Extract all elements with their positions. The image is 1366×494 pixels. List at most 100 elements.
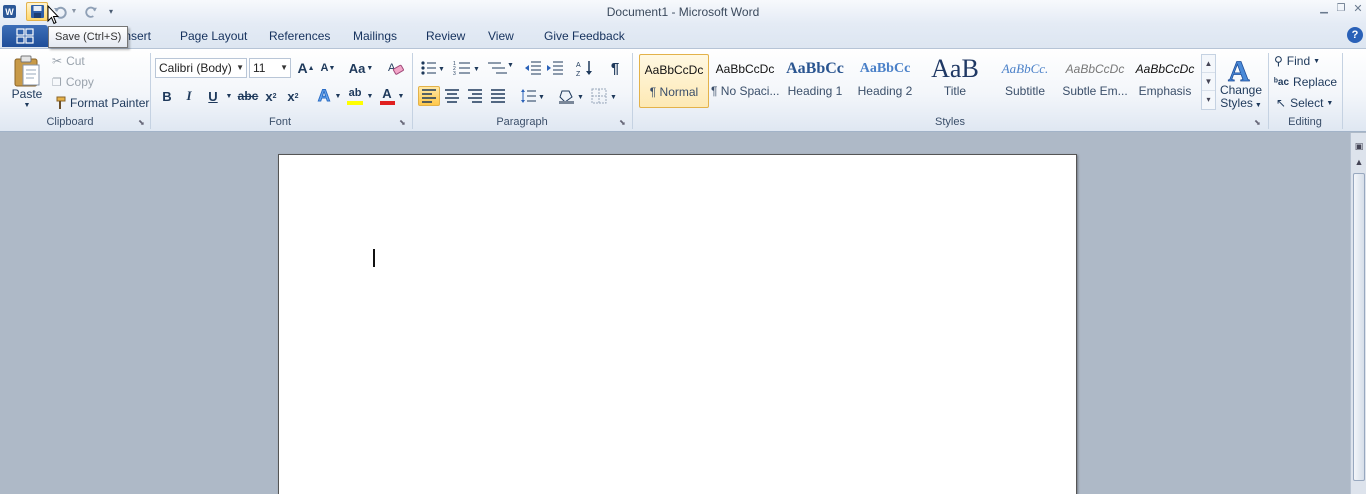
paragraph-launcher-icon[interactable]: ⬊ bbox=[619, 118, 628, 127]
borders-button[interactable]: ▼ bbox=[590, 86, 618, 106]
svg-text:A: A bbox=[1228, 55, 1250, 84]
text-effects-button[interactable]: A bbox=[314, 86, 334, 106]
bullets-icon: ▼ bbox=[421, 61, 444, 75]
tab-page-layout[interactable]: Page Layout bbox=[180, 29, 247, 43]
style-subtle-emphasis[interactable]: AaBbCcDc Subtle Em... bbox=[1060, 54, 1130, 108]
underline-button[interactable]: U bbox=[204, 86, 222, 106]
style-no-spacing[interactable]: AaBbCcDc ¶ No Spaci... bbox=[710, 54, 780, 108]
scroll-up-icon[interactable]: ▲ bbox=[1352, 155, 1366, 169]
style-emphasis[interactable]: AaBbCcDc Emphasis bbox=[1130, 54, 1200, 108]
tab-view[interactable]: View bbox=[488, 29, 514, 43]
style-sample: AaBbCc bbox=[859, 61, 911, 76]
chevron-down-icon: ▼ bbox=[236, 63, 244, 72]
close-icon[interactable]: ✕ bbox=[1350, 3, 1366, 17]
style-heading-2[interactable]: AaBbCc Heading 2 bbox=[850, 54, 920, 108]
highlight-label: ab bbox=[348, 86, 362, 99]
copy-button[interactable]: ❐ Copy bbox=[52, 74, 94, 90]
style-sample: AaBbCcDc bbox=[715, 62, 775, 76]
text-effects-dropdown-icon[interactable]: ▼ bbox=[334, 86, 342, 106]
style-heading-1[interactable]: AaBbCc Heading 1 bbox=[780, 54, 850, 108]
font-family-value: Calibri (Body) bbox=[159, 61, 232, 75]
ruler-toggle-icon[interactable]: ▣ bbox=[1352, 139, 1366, 153]
replace-button[interactable]: ᵇac Replace bbox=[1274, 73, 1337, 91]
tab-file[interactable] bbox=[2, 25, 48, 47]
styles-launcher-icon[interactable]: ⬊ bbox=[1254, 118, 1263, 127]
shading-button[interactable]: ▼ bbox=[557, 86, 585, 106]
underline-dropdown-icon[interactable]: ▼ bbox=[224, 86, 234, 106]
paste-dropdown-icon[interactable]: ▼ bbox=[22, 101, 32, 109]
change-styles-button[interactable]: A Change Styles ▼ bbox=[1218, 51, 1264, 115]
text-cursor bbox=[373, 249, 375, 267]
style-name: ¶ No Spaci... bbox=[711, 84, 779, 98]
style-subtitle[interactable]: AaBbCc. Subtitle bbox=[990, 54, 1060, 108]
decrease-indent-icon bbox=[525, 61, 541, 75]
align-left-button[interactable] bbox=[418, 86, 440, 106]
align-right-button[interactable] bbox=[465, 86, 485, 106]
align-right-icon bbox=[468, 89, 482, 103]
svg-text:▼: ▼ bbox=[538, 94, 544, 101]
paste-label[interactable]: Paste bbox=[10, 87, 44, 101]
style-name: ¶ Normal bbox=[649, 85, 699, 99]
gallery-down-icon[interactable]: ▼ bbox=[1202, 73, 1215, 91]
tab-review[interactable]: Review bbox=[426, 29, 465, 43]
decrease-indent-button[interactable] bbox=[523, 58, 543, 78]
increase-indent-button[interactable] bbox=[545, 58, 565, 78]
font-color-label: A bbox=[382, 85, 392, 101]
save-tooltip: Save (Ctrl+S) bbox=[48, 26, 129, 48]
subscript-button[interactable]: x2 bbox=[262, 86, 280, 106]
numbering-button[interactable]: 1 2 3 ▼ bbox=[452, 58, 480, 78]
align-center-button[interactable] bbox=[442, 86, 462, 106]
shading-icon: ▼ bbox=[559, 90, 584, 104]
clear-formatting-button[interactable]: A bbox=[385, 58, 407, 78]
minimize-icon[interactable]: ▁ bbox=[1316, 3, 1332, 17]
window-title: Document1 - Microsoft Word bbox=[606, 5, 760, 19]
font-color-dropdown-icon[interactable]: ▼ bbox=[397, 86, 405, 106]
gallery-up-icon[interactable]: ▲ bbox=[1202, 55, 1215, 73]
shrink-font-button[interactable]: A ▼ bbox=[319, 58, 337, 78]
font-group-label: Font bbox=[268, 116, 291, 128]
superscript-button[interactable]: x2 bbox=[284, 86, 302, 106]
help-icon[interactable]: ? bbox=[1347, 27, 1363, 43]
align-left-icon bbox=[422, 89, 436, 103]
vertical-scrollbar[interactable]: ▣ ▲ bbox=[1350, 133, 1366, 494]
group-divider bbox=[1342, 53, 1343, 129]
style-normal[interactable]: AaBbCcDc ¶ Normal bbox=[639, 54, 709, 108]
justify-button[interactable] bbox=[488, 86, 508, 106]
sort-button[interactable]: AZ bbox=[575, 58, 595, 78]
show-marks-button[interactable]: ¶ bbox=[605, 58, 625, 78]
copy-icon: ❐ bbox=[52, 76, 62, 89]
strikethrough-button[interactable]: abc bbox=[236, 86, 260, 106]
multilevel-list-button[interactable]: ▼ bbox=[486, 58, 514, 78]
font-launcher-icon[interactable]: ⬊ bbox=[399, 118, 408, 127]
format-painter-button[interactable]: Format Painter bbox=[52, 95, 149, 111]
change-case-button[interactable]: Aa ▼ bbox=[347, 58, 375, 78]
font-size-combo[interactable]: 11 ▼ bbox=[249, 58, 291, 78]
line-spacing-button[interactable]: ▼ bbox=[519, 86, 545, 106]
font-color-button[interactable]: A bbox=[378, 86, 396, 106]
gallery-more-icon[interactable]: ▾ bbox=[1202, 91, 1215, 109]
tab-mailings[interactable]: Mailings bbox=[353, 29, 397, 43]
paste-button[interactable] bbox=[8, 51, 46, 91]
svg-text:▼: ▼ bbox=[507, 62, 513, 69]
grow-font-button[interactable]: A ▲ bbox=[297, 58, 315, 78]
select-label: Select bbox=[1290, 96, 1324, 110]
highlight-button[interactable]: ab bbox=[344, 86, 366, 106]
italic-button[interactable]: I bbox=[180, 86, 198, 106]
bullets-button[interactable]: ▼ bbox=[419, 58, 445, 78]
cut-button[interactable]: ✂ Cut bbox=[52, 53, 85, 69]
style-sample: AaBbCc bbox=[786, 60, 844, 77]
style-title[interactable]: AaB Title bbox=[920, 54, 990, 108]
tab-references[interactable]: References bbox=[269, 29, 330, 43]
tab-give-feedback[interactable]: Give Feedback bbox=[544, 29, 625, 43]
bold-button[interactable]: B bbox=[158, 86, 176, 106]
document-page[interactable] bbox=[278, 154, 1077, 494]
restore-icon[interactable]: ❐ bbox=[1333, 3, 1349, 17]
highlight-dropdown-icon[interactable]: ▼ bbox=[366, 86, 374, 106]
select-button[interactable]: ↖ Select ▼ bbox=[1276, 94, 1333, 112]
find-button[interactable]: ⚲ Find ▼ bbox=[1274, 52, 1320, 70]
scroll-thumb[interactable] bbox=[1353, 173, 1365, 481]
font-family-combo[interactable]: Calibri (Body) ▼ bbox=[155, 58, 247, 78]
format-painter-label: Format Painter bbox=[70, 96, 150, 110]
format-painter-icon bbox=[56, 96, 66, 109]
clipboard-launcher-icon[interactable]: ⬊ bbox=[138, 118, 147, 127]
